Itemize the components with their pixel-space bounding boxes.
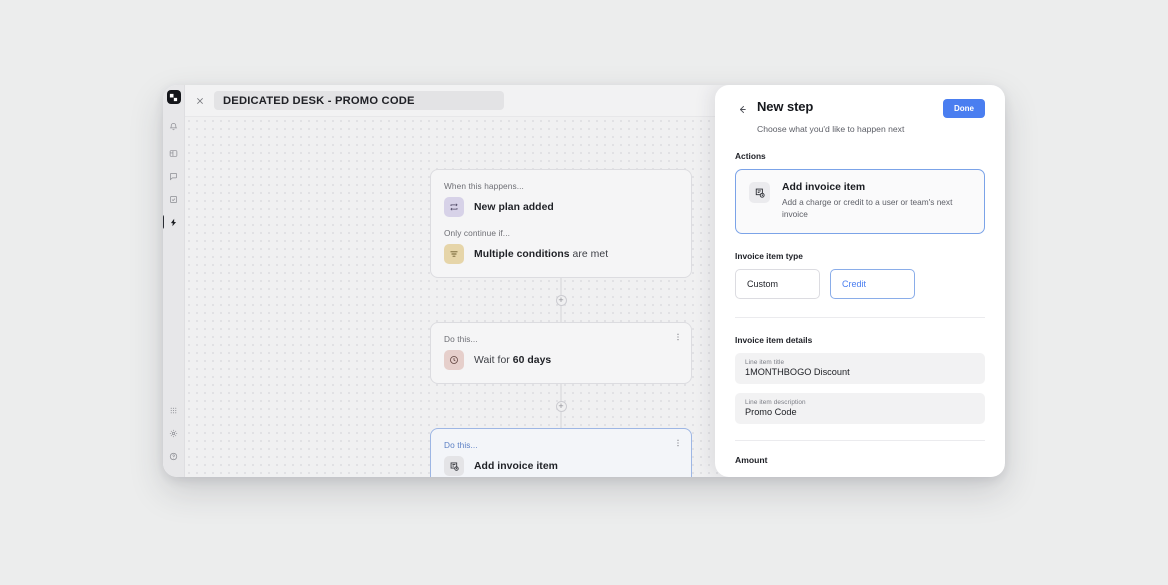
invoice-node-label: Do this...	[444, 440, 478, 450]
line-item-title-field[interactable]: Line item title 1MONTHBOGO Discount	[735, 352, 985, 384]
sidebar-item-apps[interactable]	[165, 401, 183, 419]
invoice-item-details-label: Invoice item details	[735, 334, 813, 345]
sidebar-item-workflows[interactable]	[163, 213, 183, 231]
amount-section-label: Amount	[735, 454, 768, 465]
main-area: DEDICATED DESK - PROMO CODE Paused When …	[185, 85, 1005, 477]
trigger-row: New plan added	[444, 197, 678, 217]
lightning-bolt-icon	[169, 218, 178, 227]
type-option-custom[interactable]: Custom	[735, 268, 820, 299]
panel-header: New step Done	[735, 99, 985, 118]
wait-node-text-rest: Wait for	[474, 354, 513, 366]
invoice-item-type-label: Invoice item type	[735, 250, 803, 261]
left-nav-rail	[163, 85, 185, 477]
condition-text-bold: Multiple conditions	[474, 248, 570, 260]
clock-icon	[444, 350, 464, 370]
invoice-icon	[444, 456, 464, 476]
add-step-button-2[interactable]: +	[555, 400, 567, 412]
sidebar-item-messages[interactable]	[165, 167, 183, 185]
sidebar-item-notifications[interactable]	[165, 117, 183, 135]
trigger-node-card[interactable]: When this happens... New plan added Only…	[430, 169, 692, 278]
close-icon[interactable]	[193, 94, 207, 108]
wait-node-text: Wait for 60 days	[474, 355, 551, 366]
invoice-node-card[interactable]: Do this... Add invoice item	[430, 428, 692, 477]
condition-label: Only continue if...	[444, 228, 511, 238]
line-item-title-label: Line item title	[745, 358, 785, 366]
chat-bubble-icon	[169, 172, 178, 181]
line-item-title-value: 1MONTHBOGO Discount	[745, 366, 850, 377]
wait-node-row: Wait for 60 days	[444, 350, 678, 370]
flow-title-input[interactable]: DEDICATED DESK - PROMO CODE	[214, 91, 504, 110]
line-item-description-field[interactable]: Line item description Promo Code	[735, 392, 985, 424]
back-arrow-icon[interactable]	[735, 102, 749, 116]
flow-column: When this happens... New plan added Only…	[430, 169, 692, 477]
sidebar-item-help[interactable]	[165, 447, 183, 465]
action-card-description: Add a charge or credit to a user or team…	[782, 197, 953, 219]
layout-panel-icon	[169, 149, 178, 158]
trigger-text: New plan added	[474, 201, 554, 213]
condition-row: Multiple conditions are met	[444, 244, 678, 264]
panel-subtitle: Choose what you'd like to happen next	[757, 124, 905, 134]
divider-1	[735, 316, 985, 318]
panel-scroll-area[interactable]: New step Done Choose what you'd like to …	[715, 85, 1005, 477]
gear-icon	[169, 429, 178, 438]
checklist-icon	[169, 195, 178, 204]
filter-icon	[444, 244, 464, 264]
sidebar-item-boards[interactable]	[165, 144, 183, 162]
connector-2: +	[430, 384, 692, 428]
invoice-icon	[749, 182, 770, 203]
connector-1: +	[430, 278, 692, 322]
trigger-label: When this happens...	[444, 181, 524, 191]
actions-section-label: Actions	[735, 151, 766, 161]
app-window: DEDICATED DESK - PROMO CODE Paused When …	[163, 85, 1005, 477]
repeat-sync-icon	[444, 197, 464, 217]
help-circle-icon	[169, 452, 178, 461]
panel-title: New step	[757, 99, 814, 114]
action-card-title: Add invoice item	[782, 182, 866, 193]
action-card-body: Add invoice item Add a charge or credit …	[782, 182, 971, 221]
sidebar-item-settings[interactable]	[165, 424, 183, 442]
sidebar-item-tasks[interactable]	[165, 190, 183, 208]
action-card-add-invoice-item[interactable]: Add invoice item Add a charge or credit …	[735, 169, 985, 234]
app-logo-icon[interactable]	[166, 90, 181, 104]
line-item-description-label: Line item description	[745, 398, 806, 406]
done-button[interactable]: Done	[943, 99, 985, 118]
new-step-panel: New step Done Choose what you'd like to …	[715, 85, 1005, 477]
line-item-description-value: Promo Code	[745, 406, 797, 417]
invoice-node-row: Add invoice item	[444, 456, 678, 476]
wait-node-label: Do this...	[444, 334, 478, 344]
flow-title: DEDICATED DESK - PROMO CODE	[223, 94, 415, 107]
kebab-menu-icon[interactable]	[674, 333, 682, 341]
kebab-menu-icon[interactable]	[674, 439, 682, 447]
type-option-credit[interactable]: Credit	[830, 268, 915, 299]
wait-node-text-bold: 60 days	[512, 354, 552, 366]
bell-icon	[169, 122, 178, 131]
invoice-item-type-group: Custom Credit	[735, 268, 985, 299]
add-step-button-1[interactable]: +	[555, 294, 567, 306]
invoice-node-text: Add invoice item	[474, 460, 558, 472]
condition-text: Multiple conditions are met	[474, 249, 608, 260]
condition-text-rest: are met	[569, 248, 609, 260]
divider-2	[735, 439, 985, 441]
wait-node-card[interactable]: Do this... Wait for 60 days	[430, 322, 692, 384]
grid-apps-icon	[169, 406, 178, 415]
